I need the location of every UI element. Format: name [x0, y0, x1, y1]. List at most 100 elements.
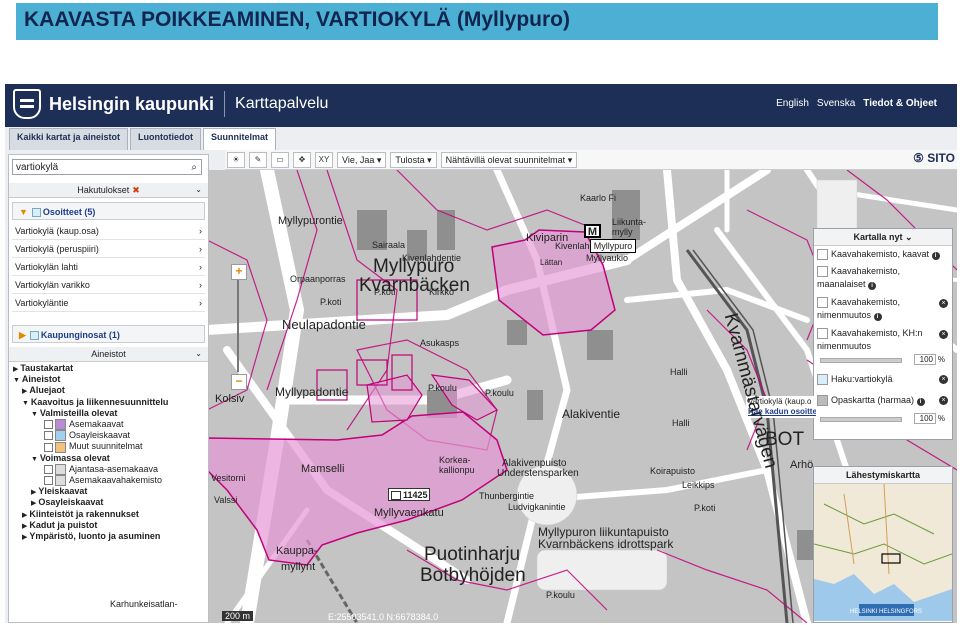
zoom-slider[interactable]	[237, 280, 239, 372]
group-districts[interactable]: ▶ Kaupunginosat (1)	[12, 325, 205, 343]
info-icon[interactable]: i	[916, 398, 925, 406]
lang-svenska[interactable]: Svenska	[817, 98, 855, 109]
layer-tree-item[interactable]: ▶ Kadut ja puistot	[22, 520, 97, 532]
group-addresses[interactable]: ▼ Osoitteet (5)	[12, 202, 205, 220]
map-label: Understensparken	[497, 468, 579, 479]
checkbox-icon[interactable]	[44, 464, 53, 474]
plan-marker[interactable]: 11425	[388, 488, 430, 501]
list-item-label: Vartiokylän varikko	[15, 280, 90, 290]
triangle-icon[interactable]: ▼	[31, 411, 40, 418]
triangle-icon[interactable]: ▼	[22, 400, 31, 407]
map-toolbar: ☀ ✎ ▭ ✥ XY Vie, Jaa ▾ Tulosta ▾ Nähtävil…	[225, 150, 957, 170]
overview-title[interactable]: Lähestymiskartta	[814, 467, 952, 484]
close-icon[interactable]: ×	[939, 299, 948, 308]
layer-tree-item[interactable]: ▶ Kiinteistöt ja rakennukset	[22, 509, 139, 521]
plans-button[interactable]: Nähtävillä olevat suunnitelmat ▾	[440, 151, 578, 168]
search-input[interactable]: vartiokylä ⌕	[12, 159, 202, 175]
close-icon[interactable]: ✖	[132, 185, 140, 195]
pencil-icon[interactable]: ✎	[249, 151, 267, 168]
layer-tree-item[interactable]: ▶ Ympäristö, luonto ja asuminen	[22, 531, 160, 543]
map-layers-title[interactable]: Kartalla nyt ⌄	[814, 229, 952, 246]
close-icon[interactable]: ×	[939, 396, 948, 405]
triangle-icon[interactable]: ▼	[31, 456, 40, 463]
map-label: Koirapuisto	[650, 466, 696, 476]
search-icon[interactable]: ⌕	[191, 160, 197, 176]
layer-tree-item[interactable]: ▶ Taustakartat	[13, 363, 73, 375]
layer-tree-item[interactable]: Ajantasa-asemakaava	[40, 464, 158, 475]
opacity-input[interactable]: 100	[914, 354, 936, 365]
list-item[interactable]: Vartiokylä (peruspiiri) ›	[12, 241, 205, 258]
chevron-down-icon[interactable]: ⌄	[195, 347, 202, 361]
layer-row[interactable]: Haku:vartiokylä	[817, 374, 893, 386]
layer-tree-item[interactable]: ▶ Osayleiskaavat	[31, 497, 103, 509]
map-label: Kiviparin	[526, 232, 569, 244]
opacity-slider[interactable]	[820, 417, 902, 422]
info-icon[interactable]: i	[873, 313, 882, 321]
tab-all-maps[interactable]: Kaikki kartat ja aineistot	[9, 128, 129, 150]
list-item[interactable]: Vartiokyläntie ›	[12, 295, 205, 312]
ruler-icon[interactable]: ▭	[271, 151, 289, 168]
layer-tree-label: Ajantasa-asemakaava	[69, 463, 159, 474]
layer-row-label: Kaavahakemisto, KH:n	[831, 328, 923, 338]
layer-tree-item[interactable]: ▼ Aineistot	[13, 374, 60, 386]
triangle-icon[interactable]: ▼	[13, 377, 22, 384]
list-item[interactable]: Vartiokylän lahti ›	[12, 259, 205, 276]
layer-tree-item[interactable]: ▼ Voimassa olevat	[31, 453, 110, 465]
map-label: Myllypurontie	[278, 215, 343, 227]
tab-plans[interactable]: Suunnitelmat	[203, 128, 277, 150]
checkbox-icon[interactable]	[44, 442, 53, 452]
move-icon[interactable]: ✥	[293, 151, 311, 168]
overview-map[interactable]: HELSINKI HELSINGFORS	[813, 483, 953, 621]
info-icon[interactable]: i	[931, 252, 940, 260]
map-label: Thunbergintie	[479, 491, 535, 501]
layer-tree-item[interactable]: Asemakaavahakemisto	[40, 475, 162, 487]
layer-tree-item[interactable]: ▼ Kaavoitus ja liikennesuunnittelu	[22, 397, 168, 409]
map-label: Myllyaukio	[586, 253, 629, 263]
close-icon[interactable]: ×	[939, 330, 948, 339]
layer-row-sub: maanalaiset i	[817, 279, 877, 290]
layer-tree-item[interactable]: ▶ Yleiskaavat	[31, 486, 87, 498]
print-button[interactable]: Tulosta ▾	[390, 151, 437, 168]
list-item[interactable]: Vartiokylä (kaup.osa) ›	[12, 223, 205, 240]
layer-tree-item[interactable]: Osayleiskaavat	[40, 430, 130, 442]
group-checkbox[interactable]	[31, 208, 41, 218]
share-button[interactable]: Vie, Jaa ▾	[337, 151, 387, 168]
checkbox-icon[interactable]	[44, 476, 53, 486]
opacity-slider[interactable]	[820, 358, 902, 363]
layer-row[interactable]: Opaskartta (harmaa) i	[817, 395, 925, 407]
layer-tree-item[interactable]: ▶ Aluejaot	[22, 385, 65, 397]
chevron-down-icon[interactable]: ⌄	[195, 183, 202, 197]
checkbox-icon[interactable]	[44, 431, 53, 441]
layer-tree-item[interactable]: ▼ Valmisteilla olevat	[31, 408, 117, 420]
map-label: Kaarlo Fi	[580, 193, 617, 203]
sun-icon[interactable]: ☀	[227, 151, 245, 168]
tab-nature[interactable]: Luontotiedot	[130, 128, 202, 150]
layer-tree-item[interactable]: Asemakaavat	[40, 419, 124, 431]
results-header[interactable]: Hakutulokset ✖ ⌄	[9, 183, 208, 198]
xy-icon[interactable]: XY	[315, 151, 333, 168]
layer-row[interactable]: Kaavahakemisto, KH:n	[817, 328, 923, 340]
chevron-right-icon: ›	[199, 244, 202, 254]
lang-english[interactable]: English	[776, 98, 809, 109]
layer-row[interactable]: Kaavahakemisto,	[817, 297, 900, 309]
metro-station-icon[interactable]: M	[584, 224, 601, 238]
list-item[interactable]: Vartiokylän varikko ›	[12, 277, 205, 294]
layer-tree-item[interactable]: Muut suunnitelmat	[40, 441, 143, 453]
checkbox-icon[interactable]	[44, 420, 53, 430]
layers-header[interactable]: Aineistot ⌄	[9, 347, 208, 362]
brand[interactable]: Helsingin kaupunki Karttapalvelu	[13, 89, 328, 119]
close-icon[interactable]: ×	[939, 375, 948, 384]
opacity-input[interactable]: 100	[914, 413, 936, 424]
layer-row[interactable]: Kaavahakemisto, kaavat i	[817, 249, 940, 261]
layer-row[interactable]: Kaavahakemisto,	[817, 266, 900, 278]
info-link[interactable]: Tiedot & Ohjeet	[863, 98, 937, 109]
city-crest-icon	[13, 89, 41, 119]
zoom-out-button[interactable]: −	[231, 374, 247, 390]
map-label: Kirkko	[429, 287, 455, 297]
layer-tree-label: Yleiskaavat	[38, 486, 88, 497]
info-icon[interactable]: i	[868, 282, 877, 290]
list-item-label: Vartiokylän lahti	[15, 262, 78, 272]
zoom-in-button[interactable]: +	[231, 264, 247, 280]
chevron-right-icon: ›	[199, 298, 202, 308]
group-checkbox[interactable]	[29, 331, 39, 341]
